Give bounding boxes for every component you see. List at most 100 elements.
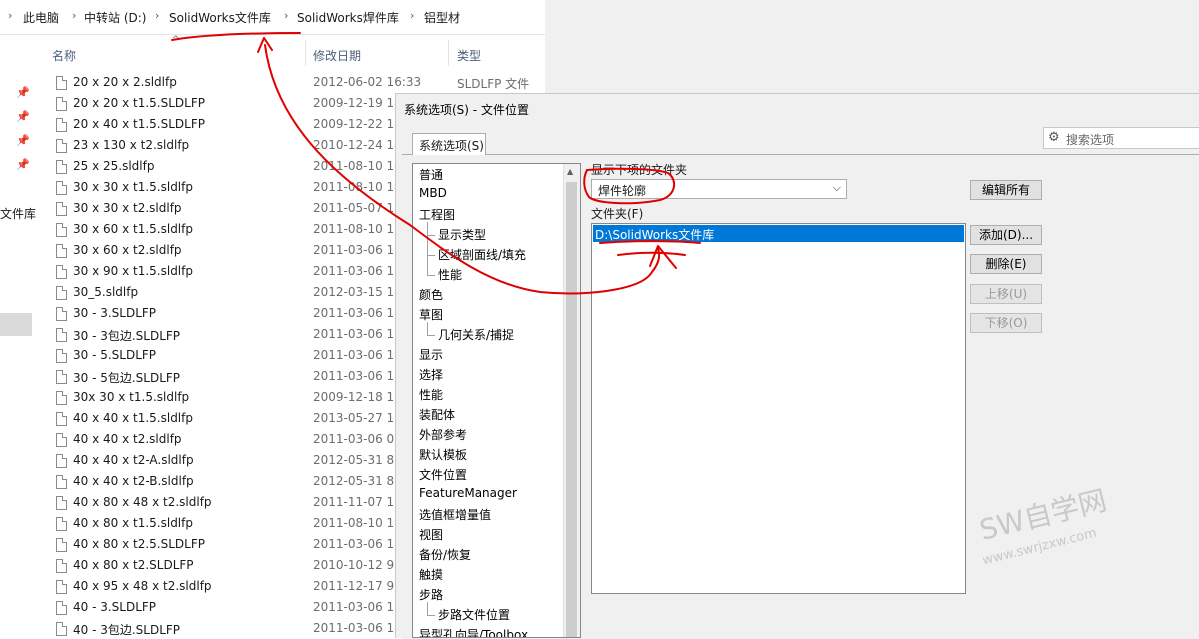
tree-connector [427, 322, 428, 335]
file-name: 40 x 40 x t2-B.sldlfp [73, 474, 194, 488]
tree-item[interactable]: 显示 [419, 346, 443, 363]
column-divider[interactable] [305, 40, 306, 66]
tree-item[interactable]: 步路文件位置 [438, 606, 510, 623]
nav-item-selected[interactable] [0, 313, 32, 336]
watermark: SW自学网 www.swrjzxw.com [975, 484, 1155, 590]
scrollbar-thumb[interactable] [566, 182, 577, 637]
address-bar[interactable]: › 此电脑 › 中转站 (D:) › SolidWorks文件库 › Solid… [0, 0, 545, 35]
tree-item[interactable]: 性能 [438, 266, 462, 283]
file-name: 30 - 3.SLDLFP [73, 306, 157, 320]
file-name: 40 x 80 x 48 x t2.sldlfp [73, 495, 212, 509]
file-name: 40 x 80 x t2.5.SLDLFP [73, 537, 205, 551]
tree-connector [427, 335, 435, 336]
file-date: 2009-12-19 14 [313, 96, 402, 110]
tree-item[interactable]: FeatureManager [419, 486, 517, 500]
file-date: 2011-08-10 13 [313, 222, 402, 236]
tree-item[interactable]: 选择 [419, 366, 443, 383]
tree-item[interactable]: 默认模板 [419, 446, 467, 463]
background-area [545, 0, 1199, 100]
file-date: 2012-06-02 16:33 [313, 75, 422, 89]
tree-item[interactable]: 异型孔向导/Toolbox [419, 626, 528, 637]
file-icon [56, 412, 67, 426]
tree-item[interactable]: 选值框增量值 [419, 506, 491, 523]
tab-system-options[interactable]: 系统选项(S) [412, 133, 486, 155]
tree-connector [427, 615, 435, 616]
tree-item[interactable]: 几何关系/捕捉 [438, 326, 514, 343]
chevron-right-icon: › [8, 9, 13, 22]
tree-item[interactable]: 工程图 [419, 206, 455, 223]
file-icon [56, 223, 67, 237]
file-name: 30 - 3包边.SLDLFP [73, 329, 181, 343]
tree-connector [427, 255, 435, 256]
file-name: 20 x 40 x t1.5.SLDLFP [73, 117, 205, 131]
scroll-up-icon[interactable]: ▲ [567, 167, 573, 176]
file-date: 2012-05-31 8 [313, 474, 395, 488]
tree-item[interactable]: 步路 [419, 586, 443, 603]
search-placeholder: 搜索选项 [1066, 133, 1115, 147]
pin-icon: 📌 [16, 110, 30, 123]
file-icon [56, 265, 67, 279]
pin-icon: 📌 [16, 134, 30, 147]
file-name: 23 x 130 x t2.sldlfp [73, 138, 190, 152]
tree-item[interactable]: 区域剖面线/填充 [438, 246, 526, 263]
move-up-button: 上移(U) [970, 284, 1042, 304]
folders-label: 文件夹(F) [591, 207, 644, 221]
file-date: 2010-12-24 14 [313, 138, 402, 152]
column-date-header[interactable]: 修改日期 [313, 47, 361, 64]
file-row[interactable]: 20 x 20 x 2.sldlfp 2012-06-02 16:33 SLDLFP… [48, 73, 545, 94]
file-icon [56, 181, 67, 195]
file-date: 2013-05-27 15 [313, 411, 402, 425]
file-date: 2011-05-07 16 [313, 201, 402, 215]
breadcrumb-this-pc[interactable]: 此电脑 [23, 9, 59, 26]
tree-scrollbar[interactable]: ▲ [563, 164, 580, 637]
tree-item[interactable]: 备份/恢复 [419, 546, 471, 563]
file-icon [56, 76, 67, 90]
tree-item[interactable]: MBD [419, 186, 447, 200]
column-name-header[interactable]: 名称 [52, 47, 76, 64]
tree-item[interactable]: 触摸 [419, 566, 443, 583]
chevron-right-icon: › [284, 9, 289, 22]
file-icon [56, 328, 67, 342]
edit-all-button[interactable]: 编辑所有 [970, 180, 1042, 200]
column-divider[interactable] [448, 40, 449, 66]
tree-connector [427, 222, 428, 275]
folders-list[interactable]: D:\SolidWorks文件库 [591, 223, 966, 594]
file-icon [56, 118, 67, 132]
tree-item[interactable]: 颜色 [419, 286, 443, 303]
file-date: 2011-08-10 13 [313, 516, 402, 530]
folder-type-select[interactable]: 焊件轮廓 ⌵ [591, 179, 847, 199]
tree-item[interactable]: 性能 [419, 386, 443, 403]
column-type-header[interactable]: 类型 [457, 47, 481, 64]
search-options-input[interactable]: ⚙ 搜索选项 [1043, 127, 1199, 149]
tree-item[interactable]: 装配体 [419, 406, 455, 423]
file-date: 2011-03-06 13 [313, 537, 402, 551]
breadcrumb-weldment-library[interactable]: SolidWorks焊件库 [297, 9, 399, 26]
breadcrumb-solidworks-library[interactable]: SolidWorks文件库 [169, 9, 271, 26]
chevron-right-icon: › [155, 9, 160, 22]
file-icon [56, 559, 67, 573]
file-icon [56, 391, 67, 405]
tree-connector [427, 235, 435, 236]
tree-item[interactable]: 视图 [419, 526, 443, 543]
pin-icon: 📌 [16, 158, 30, 171]
file-name: 40 x 80 x t1.5.sldlfp [73, 516, 193, 530]
tree-item[interactable]: 草图 [419, 306, 443, 323]
tree-item[interactable]: 普通 [419, 166, 443, 183]
file-name: 30 x 30 x t1.5.sldlfp [73, 180, 193, 194]
file-name: 20 x 20 x t1.5.SLDLFP [73, 96, 205, 110]
nav-item-library[interactable]: 文件库 [0, 205, 36, 222]
tree-item[interactable]: 显示类型 [438, 226, 486, 243]
file-date: 2011-11-07 10 [313, 495, 402, 509]
dialog-title: 系统选项(S) - 文件位置 [404, 103, 529, 117]
breadcrumb-drive-d[interactable]: 中转站 (D:) [84, 9, 146, 26]
delete-button[interactable]: 删除(E) [970, 254, 1042, 274]
add-button[interactable]: 添加(D)... [970, 225, 1042, 245]
file-date: 2011-03-06 13 [313, 600, 402, 614]
folder-entry[interactable]: D:\SolidWorks文件库 [593, 225, 964, 242]
breadcrumb-aluminum-profile[interactable]: 铝型材 [424, 9, 460, 26]
tree-item[interactable]: 文件位置 [419, 466, 467, 483]
gear-search-icon: ⚙ [1048, 130, 1060, 145]
file-icon [56, 139, 67, 153]
options-tree: ▲ 普通 MBD 工程图 显示类型 区域剖面线/填充 性能 颜色 草图 几何关系/捕捉 显示 选择性… [412, 163, 581, 638]
tree-item[interactable]: 外部参考 [419, 426, 467, 443]
